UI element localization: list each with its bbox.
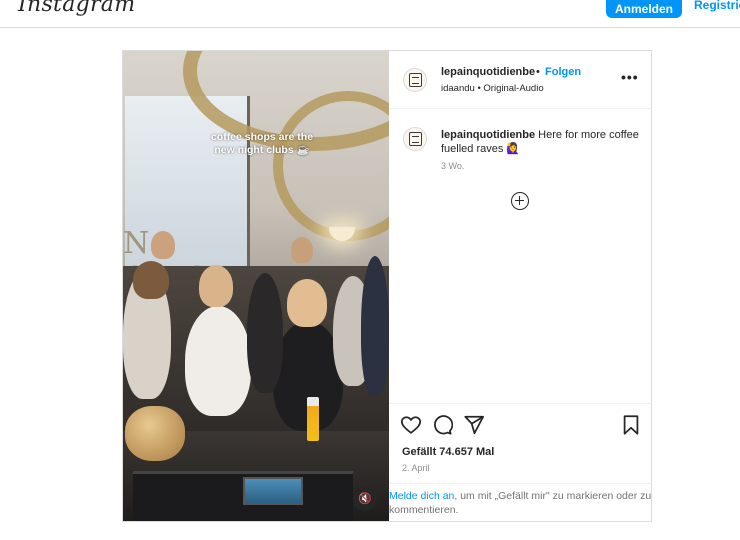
video-person bbox=[291, 237, 313, 263]
post-caption: lepainquotidienbe Here for more coffee f… bbox=[441, 128, 646, 156]
caption-timestamp: 3 Wo. bbox=[441, 161, 465, 171]
avatar[interactable] bbox=[403, 68, 427, 92]
load-more-comments-button[interactable] bbox=[511, 192, 529, 210]
post-date[interactable]: 2. April bbox=[402, 463, 430, 473]
login-button[interactable]: Anmelden bbox=[606, 0, 682, 18]
bookmark-icon[interactable] bbox=[620, 414, 642, 436]
post-author-username[interactable]: lepainquotidienbe bbox=[441, 66, 535, 78]
follow-button[interactable]: Folgen bbox=[545, 66, 581, 78]
login-link[interactable]: Melde dich an bbox=[389, 490, 454, 502]
video-mixer-screen bbox=[243, 477, 303, 505]
register-link[interactable]: Registrier bbox=[694, 0, 740, 12]
video-person bbox=[361, 256, 389, 396]
post-container: N QUOTIDIEN coffee shops are the new nig… bbox=[122, 50, 652, 522]
more-options-button[interactable]: ••• bbox=[621, 69, 639, 85]
post-header: lepainquotidienbe • Folgen idaandu • Ori… bbox=[389, 51, 652, 109]
video-person bbox=[185, 306, 251, 416]
post-sidebar: lepainquotidienbe • Folgen idaandu • Ori… bbox=[389, 51, 652, 521]
heart-icon[interactable] bbox=[400, 414, 422, 436]
caption-avatar[interactable] bbox=[403, 127, 427, 151]
top-navigation-bar: Instagram Anmelden Registrier bbox=[0, 0, 740, 28]
video-overlay-text: coffee shops are the new night clubs ☕ bbox=[210, 131, 314, 156]
video-person bbox=[287, 279, 327, 327]
volume-muted-icon: 🔇 bbox=[358, 493, 372, 505]
instagram-logo[interactable]: Instagram bbox=[18, 0, 135, 17]
video-bread bbox=[125, 406, 185, 461]
reel-video[interactable]: N QUOTIDIEN coffee shops are the new nig… bbox=[123, 51, 389, 521]
video-person bbox=[199, 265, 233, 307]
video-person bbox=[133, 261, 169, 299]
separator-dot: • bbox=[536, 66, 540, 78]
comment-icon[interactable] bbox=[431, 414, 453, 436]
bakery-logo-icon bbox=[409, 132, 422, 146]
caption-username[interactable]: lepainquotidienbe bbox=[441, 129, 535, 141]
bakery-logo-icon bbox=[409, 73, 422, 87]
video-person bbox=[247, 273, 283, 393]
post-audio-subtitle[interactable]: idaandu • Original-Audio bbox=[441, 83, 544, 94]
video-juice-bottle bbox=[307, 397, 319, 441]
mute-toggle-button[interactable]: 🔇 bbox=[353, 487, 377, 511]
video-person bbox=[151, 231, 175, 259]
share-icon[interactable] bbox=[463, 414, 485, 436]
likes-count[interactable]: Gefällt 74.657 Mal bbox=[402, 446, 494, 458]
post-actions-bar bbox=[389, 403, 652, 443]
login-prompt: Melde dich an, um mit „Gefällt mir" zu m… bbox=[389, 483, 652, 521]
